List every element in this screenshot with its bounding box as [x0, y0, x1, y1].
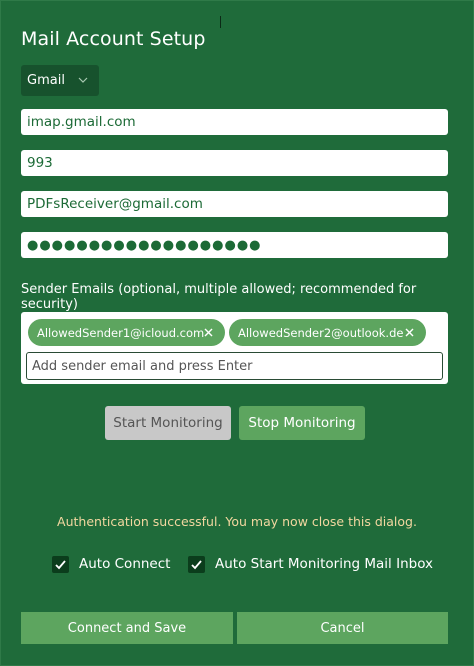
start-monitoring-button[interactable]: Start Monitoring	[105, 406, 231, 440]
auto-connect-checkbox[interactable]	[52, 556, 69, 573]
sender-chip: AllowedSender1@icloud.com	[28, 319, 225, 346]
cancel-button[interactable]: Cancel	[237, 612, 448, 644]
checkmark-icon	[191, 560, 202, 570]
dialog-title: Mail Account Setup	[21, 28, 206, 50]
provider-select[interactable]: Gmail	[21, 65, 99, 96]
email-value: PDFsReceiver@gmail.com	[27, 196, 203, 212]
chevron-down-icon	[78, 77, 88, 83]
checkmark-icon	[55, 560, 66, 570]
stop-monitoring-button[interactable]: Stop Monitoring	[239, 406, 365, 440]
auto-start-monitoring-checkbox[interactable]	[188, 556, 205, 573]
text-cursor	[220, 16, 221, 28]
auto-start-monitoring-label: Auto Start Monitoring Mail Inbox	[215, 556, 434, 572]
sender-chip-label: AllowedSender2@outlook.de	[238, 325, 404, 340]
port-value: 993	[27, 155, 53, 171]
email-field[interactable]: PDFsReceiver@gmail.com	[21, 191, 448, 217]
add-sender-input[interactable]: Add sender email and press Enter	[26, 352, 443, 380]
remove-chip-icon[interactable]	[204, 328, 213, 337]
status-message: Authentication successful. You may now c…	[57, 514, 417, 529]
password-field[interactable]: ●●●●●●●●●●●●●●●●●●●	[21, 232, 448, 258]
imap-server-field[interactable]: imap.gmail.com	[21, 109, 448, 135]
provider-selected-label: Gmail	[27, 73, 65, 88]
port-field[interactable]: 993	[21, 150, 448, 176]
auto-connect-label: Auto Connect	[79, 556, 171, 572]
sender-emails-label: Sender Emails (optional, multiple allowe…	[21, 282, 417, 312]
add-sender-placeholder: Add sender email and press Enter	[32, 358, 253, 374]
sender-emails-box: AllowedSender1@icloud.com AllowedSender2…	[21, 312, 448, 384]
connect-and-save-button[interactable]: Connect and Save	[21, 612, 233, 644]
imap-server-value: imap.gmail.com	[27, 114, 136, 130]
remove-chip-icon[interactable]	[405, 328, 414, 337]
password-mask: ●●●●●●●●●●●●●●●●●●●	[27, 237, 262, 253]
sender-chip: AllowedSender2@outlook.de	[229, 319, 426, 346]
sender-chip-label: AllowedSender1@icloud.com	[37, 325, 205, 340]
